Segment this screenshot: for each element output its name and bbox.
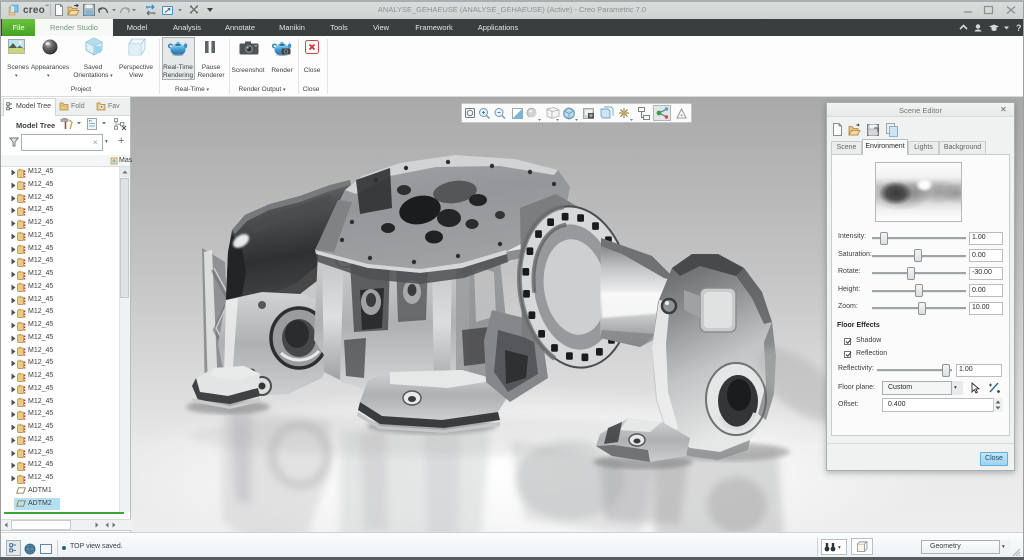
svg-text:?: ? xyxy=(1016,23,1022,33)
